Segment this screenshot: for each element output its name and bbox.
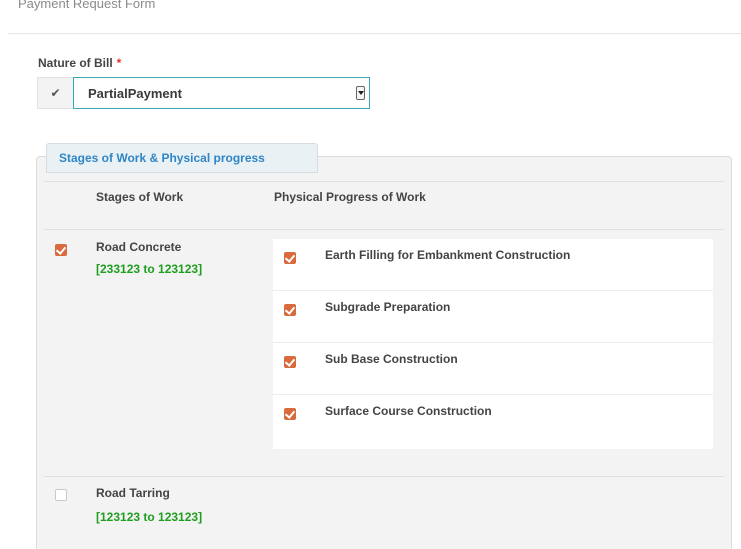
header-top-divider <box>44 181 724 182</box>
required-marker: * <box>116 56 122 70</box>
progress-checkbox[interactable] <box>284 252 296 264</box>
stage-name: Road Concrete <box>96 240 182 254</box>
nature-of-bill-select-group: ✔ PartialPayment <box>37 77 370 109</box>
stage-range: [123123 to 123123] <box>96 510 203 524</box>
progress-list: Earth Filling for Embankment Constructio… <box>273 239 713 449</box>
form-title: Payment Request Form <box>18 0 156 11</box>
progress-item: Subgrade Preparation <box>273 291 713 343</box>
stage-checkbox-road-tarring[interactable] <box>55 489 67 501</box>
header-bottom-divider <box>44 229 724 230</box>
check-icon: ✔ <box>50 86 61 100</box>
stage-name: Road Tarring <box>96 486 170 500</box>
select-addon: ✔ <box>37 77 73 109</box>
stage-range: [233123 to 123123] <box>96 262 203 276</box>
progress-label: Subgrade Preparation <box>325 300 451 314</box>
stage-checkbox-road-concrete[interactable] <box>55 244 67 256</box>
dropdown-arrow-icon[interactable] <box>356 86 365 100</box>
column-header-progress: Physical Progress of Work <box>274 190 426 204</box>
nature-of-bill-select[interactable]: PartialPayment <box>73 77 370 109</box>
progress-checkbox[interactable] <box>284 356 296 368</box>
progress-label: Earth Filling for Embankment Constructio… <box>325 248 571 262</box>
progress-checkbox[interactable] <box>284 408 296 420</box>
progress-item: Surface Course Construction <box>273 395 713 447</box>
nature-of-bill-label: Nature of Bill * <box>38 56 121 70</box>
nature-of-bill-label-text: Nature of Bill <box>38 56 113 70</box>
progress-label: Surface Course Construction <box>325 404 492 418</box>
progress-item: Sub Base Construction <box>273 343 713 395</box>
column-header-stages: Stages of Work <box>96 190 184 204</box>
progress-item: Earth Filling for Embankment Constructio… <box>273 239 713 291</box>
stages-panel-tab: Stages of Work & Physical progress <box>46 143 318 173</box>
progress-checkbox[interactable] <box>284 304 296 316</box>
title-divider <box>8 33 741 34</box>
selected-value: PartialPayment <box>88 85 182 101</box>
row-divider <box>44 476 724 477</box>
progress-label: Sub Base Construction <box>325 352 458 366</box>
